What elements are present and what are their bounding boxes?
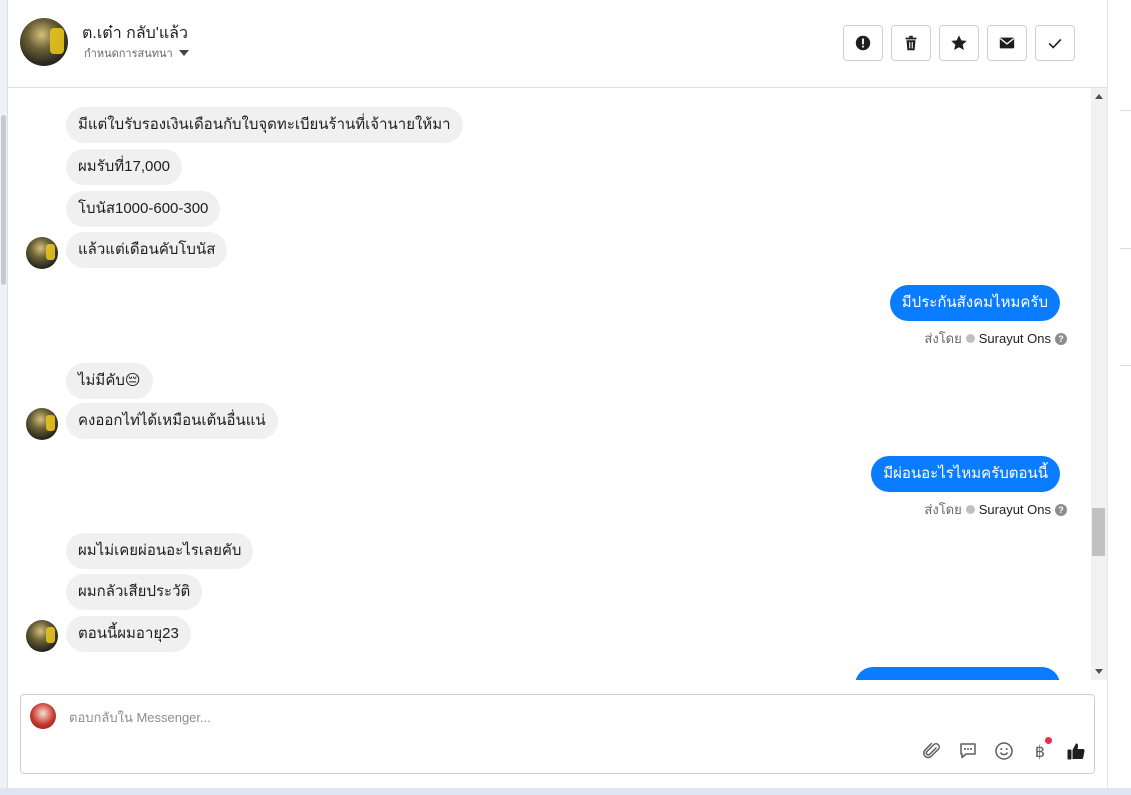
window-bottom-edge xyxy=(0,788,1131,795)
chat-bubble-icon xyxy=(960,743,976,759)
exclamation-icon xyxy=(855,35,871,51)
conversation-schedule-label: กำหนดการสนทนา xyxy=(84,48,173,60)
composer-tools: ฿ xyxy=(920,737,1088,763)
conversation-schedule-dropdown[interactable]: กำหนดการสนทนา xyxy=(84,44,189,62)
sent-by-info: ส่งโดย Surayut Ons ? xyxy=(924,499,1067,520)
message-bubble: ตอนนี้ผมอายุ23 xyxy=(66,616,191,652)
divider xyxy=(1120,365,1131,366)
attach-button[interactable] xyxy=(920,739,944,763)
conversation-panel: ต.เต๋า กลับ'แล้ว กำหนดการสนทนา มีแต่ใบรั xyxy=(8,0,1107,788)
notification-dot xyxy=(1045,737,1052,744)
saved-replies-button[interactable] xyxy=(956,739,980,763)
conversation-header: ต.เต๋า กลับ'แล้ว กำหนดการสนทนา xyxy=(8,0,1107,88)
message-bubble: คงออกไท่ได้เหมือนเต้นอื่นแน่ xyxy=(66,403,278,439)
sender-name[interactable]: Surayut Ons xyxy=(979,502,1051,517)
envelope-icon xyxy=(999,37,1015,49)
contact-avatar[interactable] xyxy=(20,18,68,66)
contact-avatar-small xyxy=(26,408,58,440)
trash-icon xyxy=(905,35,917,51)
paperclip-icon xyxy=(923,742,940,759)
sent-by-label: ส่งโดย xyxy=(924,331,962,346)
baht-icon: ฿ xyxy=(1034,741,1046,761)
left-panel-edge xyxy=(0,0,8,788)
info-icon[interactable]: ? xyxy=(1055,332,1067,345)
verified-icon xyxy=(965,334,975,343)
message-bubble: โบนัส1000-600-300 xyxy=(66,191,221,227)
done-button[interactable] xyxy=(1035,25,1075,61)
divider xyxy=(1120,110,1131,111)
info-icon[interactable]: ? xyxy=(1055,503,1067,516)
message-bubble: แล้วแต่เดือนคับโบนัส xyxy=(66,232,228,268)
message-bubble: ผมไม่เคยผ่อนอะไรเลยคับ xyxy=(66,533,254,569)
sent-by-info: ส่งโดย Surayut Ons ? xyxy=(924,328,1067,349)
star-button[interactable] xyxy=(939,25,979,61)
header-actions xyxy=(843,25,1075,61)
verified-icon xyxy=(965,505,975,514)
caret-down-icon xyxy=(178,50,189,56)
message-bubble: มีแต่ใบรับรองเงินเดือนกับใบจุดทะเบียนร้า… xyxy=(66,107,463,143)
smiley-icon xyxy=(995,742,1013,760)
spam-button[interactable] xyxy=(843,25,883,61)
emoji-button[interactable] xyxy=(992,739,1016,763)
like-button[interactable] xyxy=(1064,739,1088,763)
payment-button[interactable]: ฿ xyxy=(1028,737,1052,763)
sender-name[interactable]: Surayut Ons xyxy=(979,331,1051,346)
reply-composer: ฿ xyxy=(20,694,1095,774)
scroll-up-icon[interactable] xyxy=(1095,94,1103,99)
left-scrollbar-thumb[interactable] xyxy=(1,115,6,285)
sent-by-label: ส่งโดย xyxy=(924,502,962,517)
thumbs-up-icon xyxy=(1067,743,1085,760)
message-bubble-outgoing-partial xyxy=(855,667,1060,680)
check-icon xyxy=(1048,38,1062,49)
star-icon xyxy=(951,35,967,51)
divider xyxy=(1120,248,1131,249)
scrollbar-thumb[interactable] xyxy=(1092,508,1105,556)
message-thread[interactable]: มีแต่ใบรับรองเงินเดือนกับใบจุดทะเบียนร้า… xyxy=(8,88,1091,680)
contact-avatar-small xyxy=(26,237,58,269)
contact-avatar-small xyxy=(26,620,58,652)
scroll-down-icon[interactable] xyxy=(1095,669,1103,674)
thread-scrollbar[interactable] xyxy=(1091,88,1107,680)
message-bubble-outgoing: มีประกันสังคมไหมครับ xyxy=(889,285,1060,321)
message-bubble-outgoing: มีผ่อนอะไรไหมครับตอนนี้ xyxy=(871,456,1060,492)
mark-unread-button[interactable] xyxy=(987,25,1027,61)
contact-name[interactable]: ต.เต๋า กลับ'แล้ว xyxy=(82,21,188,46)
message-bubble: ผมกลัวเสียประวัติ xyxy=(66,574,203,610)
delete-button[interactable] xyxy=(891,25,931,61)
right-panel-edge xyxy=(1107,0,1131,788)
message-bubble: ไม่มีคับ😔 xyxy=(66,363,153,399)
page-avatar xyxy=(30,703,56,729)
message-bubble: ผมรับที่17,000 xyxy=(66,149,183,185)
reply-input[interactable] xyxy=(69,707,869,727)
